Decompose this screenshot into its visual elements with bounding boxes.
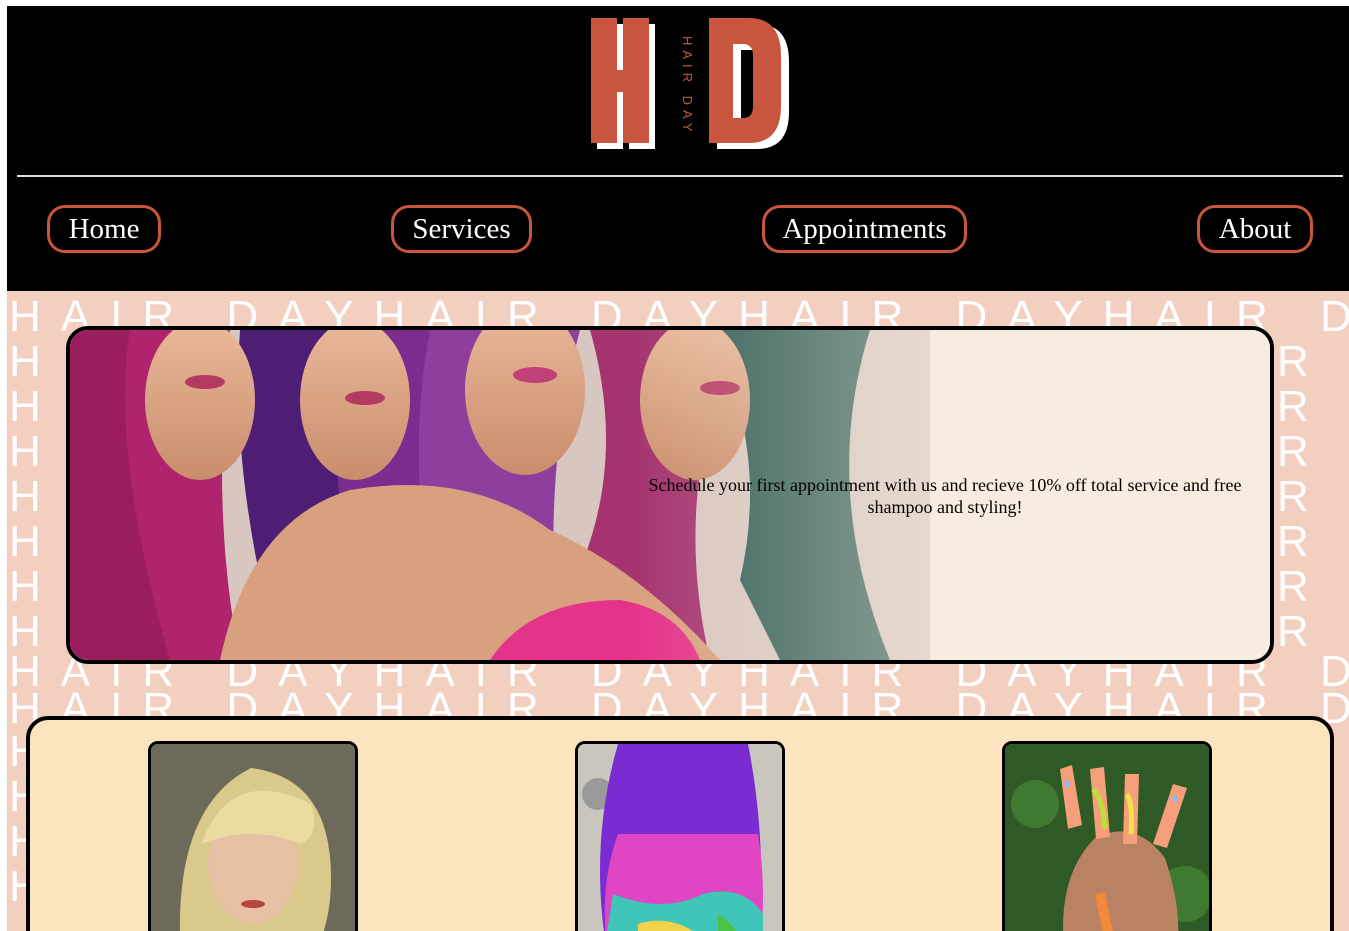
services-gallery: [26, 716, 1334, 931]
svg-text:H: H: [9, 607, 41, 656]
header-divider: [17, 175, 1343, 177]
svg-text:H: H: [9, 337, 41, 386]
hd-logo-icon: HAIR DAY: [591, 18, 789, 149]
gallery-item-rainbow[interactable]: [575, 741, 785, 931]
svg-text:H: H: [9, 562, 41, 611]
promo-text: Schedule your first appointment with us …: [648, 475, 1242, 517]
svg-text:H: H: [9, 517, 41, 566]
nav-about-button[interactable]: About: [1197, 205, 1313, 253]
rainbow-hair-photo-icon: [578, 744, 782, 931]
svg-text:H: H: [9, 472, 41, 521]
gallery-item-blonde[interactable]: [148, 741, 358, 931]
svg-text:R: R: [1277, 427, 1309, 476]
hd-logo[interactable]: HAIR DAY: [583, 18, 793, 154]
blonde-short-hair-photo-icon: [151, 744, 355, 931]
site-header: HAIR DAY Home Services Appointments Abou…: [7, 6, 1349, 291]
svg-text:R: R: [1277, 382, 1309, 431]
svg-text:R: R: [1277, 337, 1309, 386]
nail-art-photo-icon: [1005, 744, 1209, 931]
svg-text:R: R: [1277, 517, 1309, 566]
svg-text:H: H: [9, 382, 41, 431]
svg-text:R: R: [1277, 607, 1309, 656]
nav-home-button[interactable]: Home: [47, 205, 161, 253]
nav-services-button[interactable]: Services: [391, 205, 532, 253]
gallery-item-nails[interactable]: [1002, 741, 1212, 931]
svg-text:R: R: [1277, 472, 1309, 521]
svg-text:H: H: [9, 427, 41, 476]
svg-text:R: R: [1277, 562, 1309, 611]
logo-tagline: HAIR DAY: [680, 36, 695, 136]
promo-banner: Schedule your first appointment with us …: [66, 326, 1274, 664]
nav-appointments-button[interactable]: Appointments: [762, 205, 967, 253]
